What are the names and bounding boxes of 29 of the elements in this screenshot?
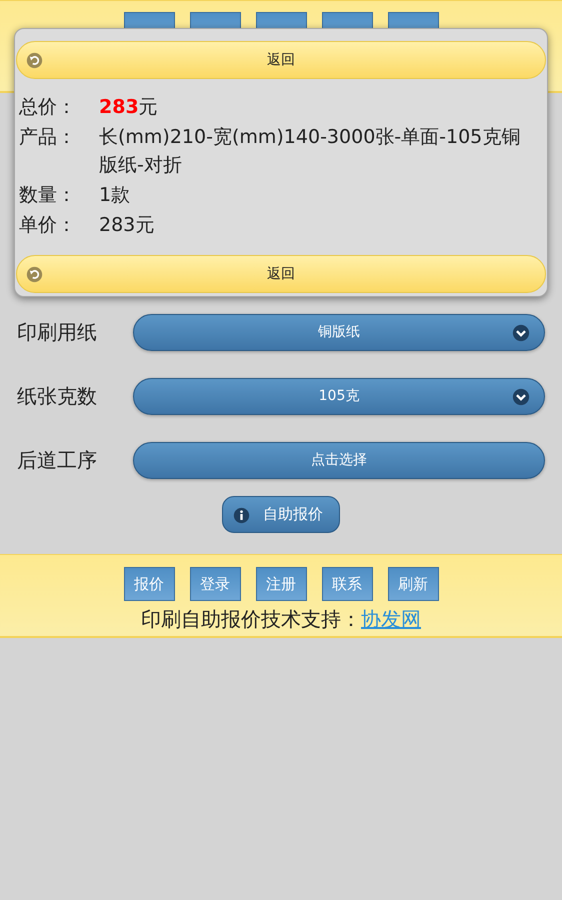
select-field[interactable]: 铜版纸 (133, 314, 545, 350)
nav-button[interactable]: 联系 (322, 567, 372, 601)
detail-label: 产品： (19, 125, 77, 150)
detail-label: 总价： (19, 95, 77, 120)
chevron-down-icon (512, 388, 530, 406)
undo-icon (26, 52, 43, 69)
field-label: 纸张克数 (17, 382, 98, 410)
nav-button[interactable]: 注册 (256, 567, 306, 601)
undo-icon (26, 266, 43, 283)
select-field[interactable]: 105克 (133, 378, 545, 414)
detail-value: 1款 (99, 183, 132, 208)
info-icon (233, 507, 250, 524)
detail-label: 数量： (19, 183, 77, 208)
support-text: 印刷自助报价技术支持： (141, 606, 361, 633)
back-button[interactable]: 返回 (16, 41, 546, 79)
detail-value: 283元 (99, 213, 156, 238)
back-button[interactable]: 返回 (16, 255, 546, 293)
quote-button[interactable]: 自助报价 (222, 496, 340, 533)
nav-button[interactable]: 刷新 (388, 567, 438, 601)
field-label: 印刷用纸 (17, 318, 98, 346)
detail-value: 长(mm)210-宽(mm)140-3000张-单面-105克铜版纸-对折 (99, 125, 522, 178)
detail-value: 283元 (99, 95, 159, 120)
support-link[interactable]: 协发网 (361, 606, 421, 633)
nav-button[interactable]: 报价 (124, 567, 174, 601)
detail-label: 单价： (19, 213, 77, 238)
chevron-down-icon (512, 324, 530, 342)
choose-button[interactable]: 点击选择 (133, 442, 545, 478)
field-label: 后道工序 (17, 446, 98, 474)
nav-button[interactable]: 登录 (190, 567, 240, 601)
